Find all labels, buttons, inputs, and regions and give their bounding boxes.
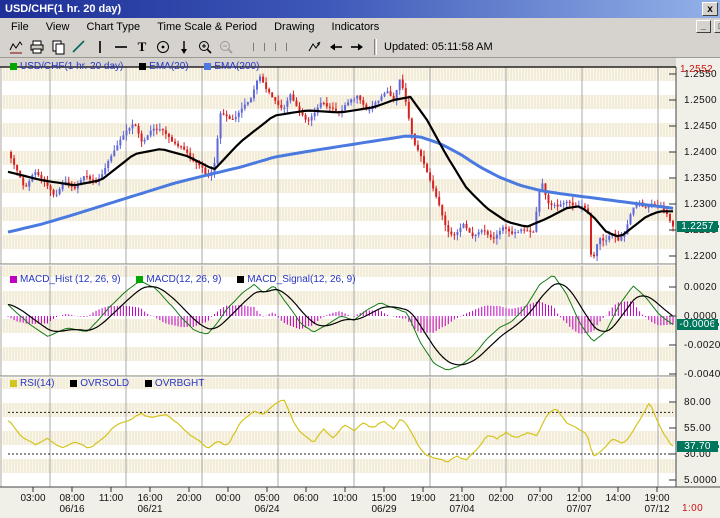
close-button[interactable]: x [702,2,718,16]
updated-timestamp: Updated: 05:11:58 AM [384,41,493,53]
horizontal-line-icon[interactable] [110,38,131,56]
legend-item-ovrbght: OVRBGHT [145,378,204,389]
arrow-right-icon[interactable] [346,38,367,56]
symbol-color-swatch [10,63,17,70]
legend-item-ovrsold: OVRSOLD [70,378,129,389]
zoom-in-icon[interactable] [194,38,215,56]
current-time-label: 1:00 [682,503,703,514]
toolbar-separator [374,39,377,55]
macd-hist-color-swatch [10,276,17,283]
vertical-line-icon[interactable] [89,38,110,56]
rsi-color-swatch [10,380,17,387]
legend-item-macd-signal: MACD_Signal(12, 26, 9) [237,274,355,285]
menu-item-indicators[interactable]: Indicators [325,18,387,36]
trendline-icon[interactable] [68,38,89,56]
macd-signal-color-swatch [237,276,244,283]
chart-window: 1.25501.25001.24501.24001.23501.23001.22… [0,0,720,518]
separator-bar-icon[interactable] [281,38,292,56]
ema20-color-swatch [139,63,146,70]
svg-text:T: T [137,39,146,54]
window-title: USD/CHF(1 hr. 20 day) [5,3,121,15]
current-rsi-tag: 37.70 [677,441,718,452]
separator-bar-icon[interactable] [270,38,281,56]
legend-item-ema200: EMA(200) [204,61,259,72]
title-bar[interactable]: USD/CHF(1 hr. 20 day) x [0,0,720,18]
price-legend: USD/CHF(1 hr. 20 day) EMA(20) EMA(200) [10,61,272,72]
price-edge-mark [714,225,719,228]
print-icon[interactable] [26,38,47,56]
current-price-tag: 1.2257 [677,221,718,232]
restore-button[interactable]: □ [714,20,720,33]
legend-item-rsi: RSI(14) [10,378,54,389]
arrow-left-icon[interactable] [325,38,346,56]
macd-line-color-swatch [136,276,143,283]
ovrsold-color-swatch [70,380,77,387]
chart-canvas[interactable] [0,0,720,518]
menu-item-chart-type[interactable]: Chart Type [80,18,148,36]
legend-item-ema20: EMA(20) [139,61,188,72]
legend-item-macd-hist: MACD_Hist (12, 26, 9) [10,274,121,285]
session-high-price-label: 1.2552 [680,64,713,75]
rsi-legend: RSI(14) OVRSOLD OVRBGHT [10,378,217,389]
current-macd-tag: -0.0006 [677,319,718,330]
ellipse-tool-icon[interactable] [152,38,173,56]
zigzag-icon[interactable] [304,38,325,56]
macd-edge-mark [714,323,719,326]
menu-item-time-scale-period[interactable]: Time Scale & Period [150,18,264,36]
legend-item-macd-line: MACD(12, 26, 9) [136,274,221,285]
macd-legend: MACD_Hist (12, 26, 9) MACD(12, 26, 9) MA… [10,274,369,285]
separator-bar-icon[interactable] [259,38,270,56]
menu-bar: File View Chart Type Time Scale & Period… [0,18,720,36]
text-tool-icon[interactable]: T [131,38,152,56]
arrow-down-icon[interactable] [173,38,194,56]
menu-item-drawing[interactable]: Drawing [267,18,321,36]
toolbar-icons: T [5,38,367,56]
rsi-edge-mark [714,445,719,448]
menu-item-file[interactable]: File [4,18,36,36]
separator-bar-icon[interactable] [248,38,259,56]
copy-icon[interactable] [47,38,68,56]
macd-histogram [8,301,673,334]
ema200-color-swatch [204,63,211,70]
rsi-line [8,400,673,462]
zoom-out-icon[interactable] [215,38,236,56]
toolbar: T Updated: 05:11:58 AM [0,36,720,58]
candlestick-series [11,74,673,262]
ovrbght-color-swatch [145,380,152,387]
legend-item-symbol: USD/CHF(1 hr. 20 day) [10,61,123,72]
minimize-button[interactable]: _ [696,20,711,33]
menu-item-view[interactable]: View [39,18,77,36]
window-controls: _ □ [696,20,720,34]
chart-pointer-icon[interactable] [5,38,26,56]
